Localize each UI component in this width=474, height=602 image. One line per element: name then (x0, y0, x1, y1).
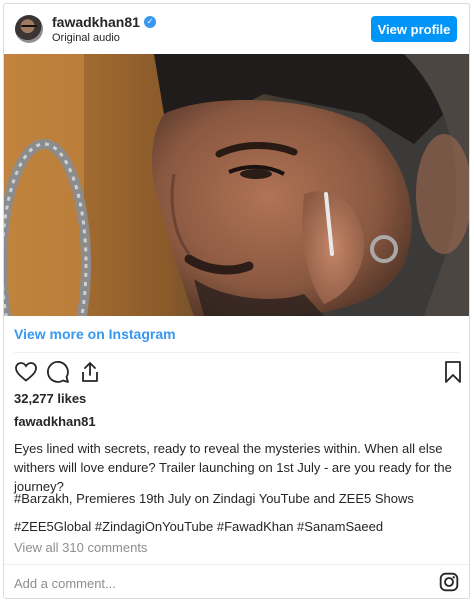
caption-hashtag-line: #Barzakh, Premieres 19th July on Zindagi… (14, 491, 414, 506)
caption-text: Eyes lined with secrets, ready to reveal… (14, 441, 452, 494)
original-audio-label[interactable]: Original audio (52, 32, 120, 44)
view-profile-button[interactable]: View profile (371, 16, 457, 42)
avatar-glasses (21, 25, 37, 29)
post-header: fawadkhan81 ✓ Original audio View profil… (4, 4, 469, 54)
instagram-embed-card: fawadkhan81 ✓ Original audio View profil… (3, 3, 470, 599)
instagram-icon[interactable] (439, 572, 459, 592)
share-icon[interactable] (78, 360, 102, 384)
bookmark-icon[interactable] (444, 360, 462, 384)
post-actions (14, 360, 461, 386)
username[interactable]: fawadkhan81 (52, 14, 140, 30)
avatar[interactable] (15, 15, 43, 43)
post-video-still[interactable] (4, 54, 469, 316)
verified-badge-icon: ✓ (143, 16, 156, 28)
caption-username[interactable]: fawadkhan81 (14, 414, 96, 429)
comment-icon[interactable] (46, 360, 70, 384)
footer-divider (4, 564, 469, 565)
divider (14, 352, 459, 353)
like-count[interactable]: 32,277 likes (14, 391, 86, 406)
caption-hashtags: #ZEE5Global #ZindagiOnYouTube #FawadKhan… (14, 519, 384, 534)
view-more-on-instagram-link[interactable]: View more on Instagram (14, 326, 176, 342)
heart-icon[interactable] (14, 360, 38, 384)
username-row: fawadkhan81 ✓ (52, 14, 156, 30)
video-frame-illustration (4, 54, 469, 316)
add-comment-field[interactable]: Add a comment... (14, 576, 116, 591)
view-all-comments-link[interactable]: View all 310 comments (14, 540, 147, 555)
